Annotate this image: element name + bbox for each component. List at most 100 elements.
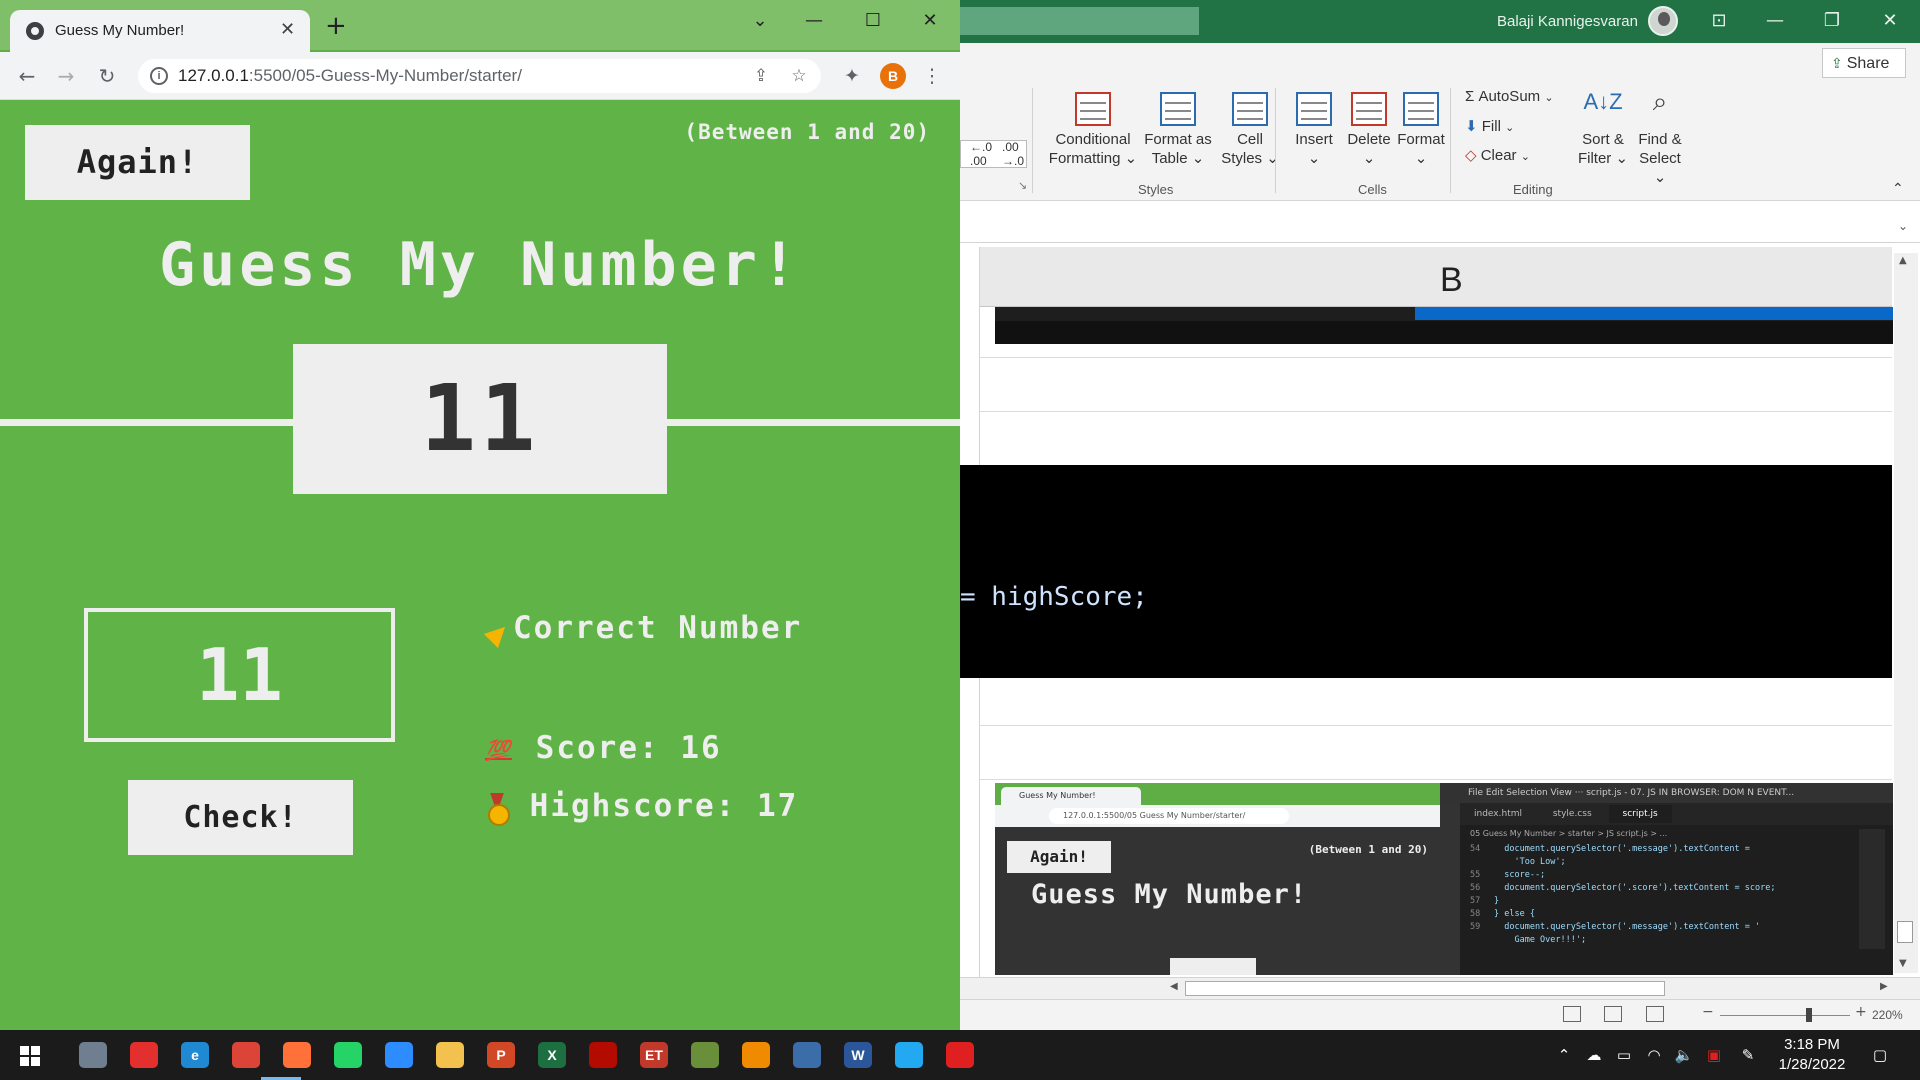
avatar[interactable] xyxy=(1648,6,1678,36)
ribbon-display-icon[interactable]: ⊡ xyxy=(1707,9,1731,33)
share-icon: ⇪ xyxy=(1831,55,1843,71)
address-bar[interactable]: i 127.0.0.1:5500/05-Guess-My-Number/star… xyxy=(138,59,821,93)
sort-filter-button[interactable]: A↓Z Sort & Filter ⌄ xyxy=(1575,91,1631,168)
pasted-image-screenshot[interactable]: Guess My Number! 127.0.0.1:5500/05 Guess… xyxy=(995,783,1893,975)
kebab-menu-icon[interactable]: ⋮ xyxy=(918,62,946,90)
tab-search-icon[interactable]: ⌄ xyxy=(742,8,778,34)
scroll-right-icon[interactable]: ▶ xyxy=(1880,981,1888,992)
forward-icon[interactable]: → xyxy=(52,62,80,90)
format-button[interactable]: Format ⌄ xyxy=(1393,92,1449,168)
conditional-formatting-button[interactable]: Conditional Formatting ⌄ xyxy=(1048,92,1138,168)
volume-icon[interactable]: 🔈 xyxy=(1674,1045,1694,1065)
insert-button[interactable]: Insert ⌄ xyxy=(1285,92,1343,168)
zoom-in-icon[interactable]: + xyxy=(1855,1004,1867,1020)
taskbar-chrome-icon[interactable] xyxy=(228,1038,264,1072)
taskbar-edge-icon[interactable]: e xyxy=(177,1038,213,1072)
label: Delete xyxy=(1347,131,1391,148)
format-as-table-button[interactable]: Format as Table ⌄ xyxy=(1138,92,1218,168)
star-icon[interactable]: ☆ xyxy=(788,65,810,87)
pen-icon[interactable]: ✎ xyxy=(1738,1045,1758,1065)
label: AutoSum xyxy=(1478,88,1541,105)
taskbar-firefox-icon[interactable] xyxy=(279,1038,315,1072)
mini-activity-bar xyxy=(1440,803,1460,975)
find-select-button[interactable]: ⌕ Find & Select ⌄ xyxy=(1632,88,1688,187)
formula-bar[interactable]: ⌄ xyxy=(960,213,1920,243)
autosum-button[interactable]: Σ AutoSum ⌄ xyxy=(1465,88,1554,105)
clock[interactable]: 3:18 PM 1/28/2022 xyxy=(1762,1035,1862,1075)
again-button[interactable]: Again! xyxy=(25,125,250,200)
page-layout-icon[interactable] xyxy=(1604,1006,1622,1022)
taskbar-vscode-icon[interactable] xyxy=(891,1038,927,1072)
browser-tab[interactable]: Guess My Number! ✕ xyxy=(10,10,310,52)
taskbar-file-explorer-icon[interactable] xyxy=(432,1038,468,1072)
pasted-image-taskbar[interactable] xyxy=(995,307,1893,344)
onedrive-cloud-icon[interactable]: ☁ xyxy=(1584,1045,1604,1065)
new-tab-button[interactable]: + xyxy=(325,13,347,39)
taskbar-tool-app-icon[interactable] xyxy=(687,1038,723,1072)
mini-code-line: 59 document.querySelector('.message').te… xyxy=(1470,921,1775,934)
horizontal-scrollbar[interactable]: ◀ ▶ xyxy=(960,977,1920,999)
zoom-level[interactable]: 220% xyxy=(1872,1008,1903,1022)
scroll-left-icon[interactable]: ◀ xyxy=(1170,981,1178,992)
check-button[interactable]: Check! xyxy=(128,780,353,855)
taskbar-acrobat-pro-icon[interactable] xyxy=(585,1038,621,1072)
maximize-icon[interactable]: ☐ xyxy=(855,8,891,34)
collapse-ribbon-icon[interactable]: ⌃ xyxy=(1892,180,1904,197)
mini-tabs: index.html style.css script.js xyxy=(1460,803,1893,825)
site-info-icon[interactable]: i xyxy=(150,67,168,85)
fill-button[interactable]: ⬇ Fill ⌄ xyxy=(1465,117,1514,135)
minimize-icon[interactable]: — xyxy=(796,8,832,34)
taskbar-remote-desktop-icon[interactable] xyxy=(789,1038,825,1072)
scroll-up-icon[interactable]: ▲ xyxy=(1899,255,1907,266)
guess-input[interactable]: 11 xyxy=(84,608,395,742)
taskbar-vlc-icon[interactable] xyxy=(738,1038,774,1072)
zoom-slider[interactable] xyxy=(1720,1008,1850,1022)
zoom-out-icon[interactable]: − xyxy=(1702,1004,1714,1020)
clear-button[interactable]: ◇ Clear ⌄ xyxy=(1465,146,1530,164)
close-icon[interactable]: ✕ xyxy=(1878,9,1902,33)
taskbar-whatsapp-icon[interactable] xyxy=(330,1038,366,1072)
increase-decimal-icon[interactable]: ←.0.00 xyxy=(970,140,992,168)
delete-button[interactable]: Delete ⌄ xyxy=(1340,92,1398,168)
label: Format as xyxy=(1144,131,1212,148)
decrease-decimal-icon[interactable]: .00 →.0 xyxy=(1002,140,1024,168)
column-b-header[interactable]: B xyxy=(1440,261,1463,300)
notification-app-icon[interactable]: ▣ xyxy=(1704,1045,1724,1065)
group-cells-label: Cells xyxy=(1358,182,1387,197)
taskbar-word-icon[interactable]: W xyxy=(840,1038,876,1072)
taskbar-photos-icon[interactable] xyxy=(75,1038,111,1072)
taskbar-excel-icon[interactable]: X xyxy=(534,1038,570,1072)
normal-view-icon[interactable] xyxy=(1563,1006,1581,1022)
restore-icon[interactable]: ❐ xyxy=(1820,9,1844,33)
close-window-icon[interactable]: ✕ xyxy=(912,8,948,34)
close-tab-icon[interactable]: ✕ xyxy=(280,19,295,40)
action-center-icon[interactable]: ▢ xyxy=(1870,1045,1890,1065)
windows-start-icon[interactable] xyxy=(20,1046,40,1066)
minimize-icon[interactable]: — xyxy=(1763,9,1787,33)
page-break-icon[interactable] xyxy=(1646,1006,1664,1022)
taskbar-acrobat-reader-icon[interactable] xyxy=(942,1038,978,1072)
pasted-image-code[interactable]: = highScore; xyxy=(960,465,1892,678)
taskbar-et-app-icon[interactable]: ET xyxy=(636,1038,672,1072)
dialog-launcher-icon[interactable]: ↘ xyxy=(1018,179,1027,192)
extensions-puzzle-icon[interactable]: ✦ xyxy=(838,62,866,90)
show-hidden-icons-icon[interactable]: ⌃ xyxy=(1554,1045,1574,1065)
back-icon[interactable]: ← xyxy=(13,62,41,90)
scroll-down-icon[interactable]: ▼ xyxy=(1899,958,1907,969)
vertical-scrollbar[interactable]: ▲ ▼ xyxy=(1894,253,1918,973)
wifi-icon[interactable]: ◠ xyxy=(1644,1045,1664,1065)
code-text: document.querySelector('.score').textCon… xyxy=(1494,883,1776,893)
expand-formula-bar-icon[interactable]: ⌄ xyxy=(1898,219,1908,233)
taskbar-powerpoint-icon[interactable]: P xyxy=(483,1038,519,1072)
taskbar-anydesk-icon[interactable] xyxy=(126,1038,162,1072)
excel-search-box[interactable] xyxy=(960,7,1199,35)
profile-avatar[interactable]: B xyxy=(880,63,906,89)
reload-icon[interactable]: ↻ xyxy=(93,62,121,90)
scroll-thumb[interactable] xyxy=(1897,921,1913,943)
battery-icon[interactable]: ▭ xyxy=(1614,1045,1634,1065)
share-button[interactable]: ⇪ Share xyxy=(1822,48,1906,78)
zoom-slider-knob[interactable] xyxy=(1806,1008,1812,1022)
taskbar-zoom-icon[interactable] xyxy=(381,1038,417,1072)
share-icon[interactable]: ⇪ xyxy=(750,65,772,87)
scroll-thumb[interactable] xyxy=(1185,981,1665,996)
